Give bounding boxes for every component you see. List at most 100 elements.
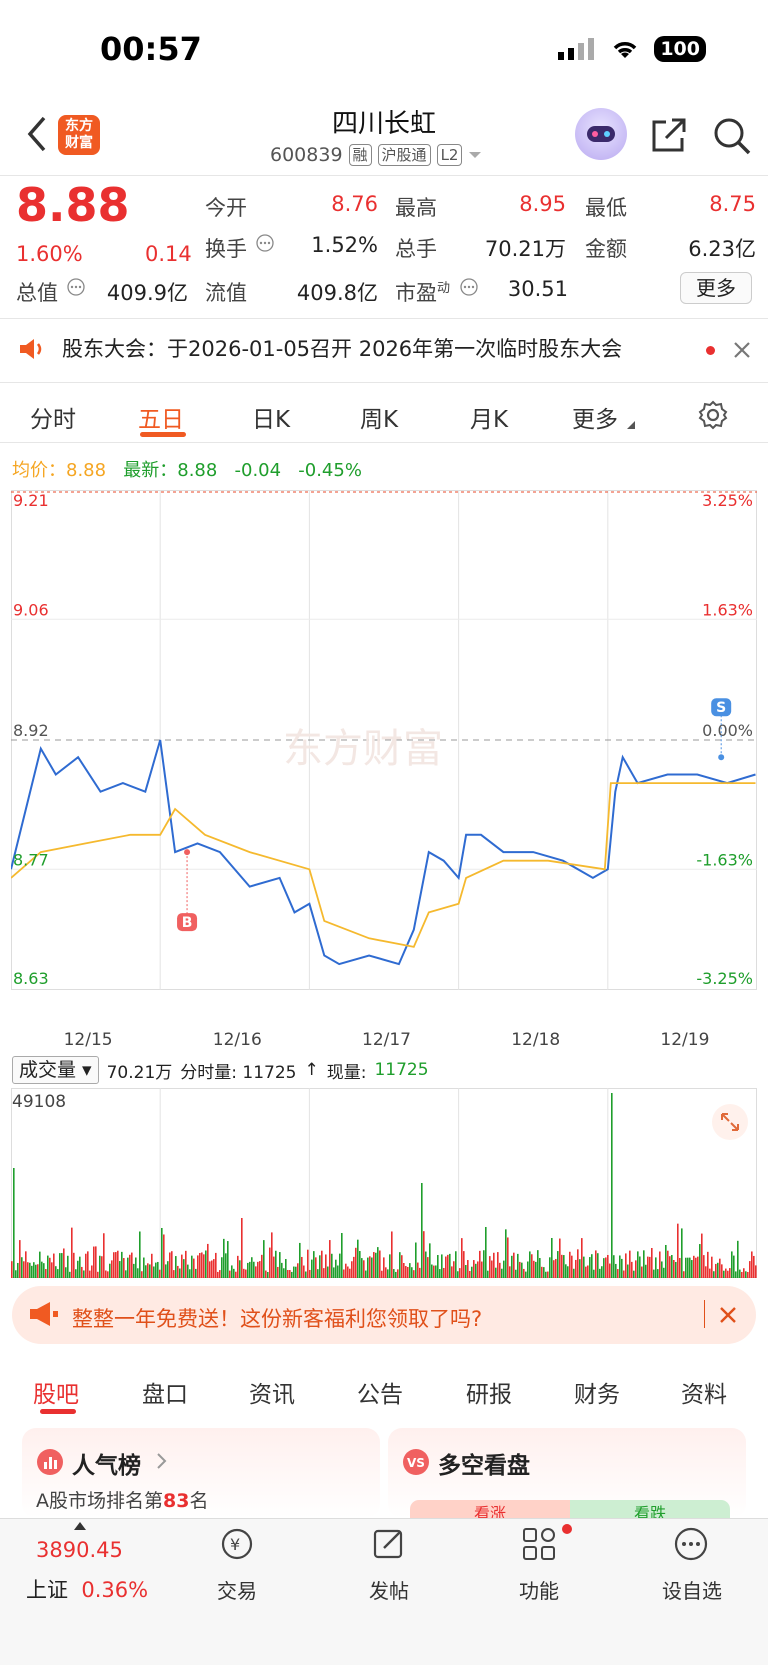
volume-bar: [495, 1267, 497, 1278]
volume-bar: [85, 1253, 87, 1278]
assistant-avatar[interactable]: [575, 108, 627, 160]
notice-text[interactable]: 股东大会：于2026-01-05召开 2026年第一次临时股东大会: [62, 333, 622, 363]
tab-five-day[interactable]: 五日: [138, 400, 184, 434]
bear-button[interactable]: 看跌: [570, 1500, 730, 1523]
volume-bar: [581, 1238, 583, 1278]
close-banner-icon[interactable]: [718, 1305, 738, 1325]
tab-research[interactable]: 研报: [466, 1375, 512, 1409]
volume-bar: [65, 1267, 67, 1278]
signal-icon: [558, 38, 595, 60]
share-icon[interactable]: [650, 116, 688, 154]
tab-news[interactable]: 资讯: [249, 1375, 295, 1409]
avg-price-line: [11, 782, 756, 948]
stock-code-row[interactable]: 600839 融 沪股通 L2: [270, 144, 482, 166]
volume-bar: [455, 1251, 457, 1278]
tab-weekly-k[interactable]: 周K: [360, 400, 398, 434]
volume-bar: [623, 1270, 625, 1278]
five-day-price-chart[interactable]: 东方 财富 9.21 3.25% 9.06 1.63% 8.92 0.00% 8.77 -1.…: [11, 490, 757, 1028]
tag-level2: L2: [436, 144, 463, 166]
promo-text[interactable]: 整整一年免费送！这份新客福利您领取了吗?: [72, 1303, 482, 1333]
tab-more[interactable]: 更多: [572, 400, 618, 434]
volume-bar: [319, 1255, 321, 1278]
volume-bar: [195, 1268, 197, 1278]
volume-bar: [739, 1269, 741, 1278]
volume-bar: [335, 1259, 337, 1278]
volume-bar: [725, 1268, 727, 1278]
nav-add-watchlist[interactable]: 设自选: [652, 1575, 732, 1604]
volume-bar: [445, 1256, 447, 1278]
features-badge-dot: [562, 1524, 572, 1534]
close-icon[interactable]: [733, 341, 751, 359]
volume-bar: [177, 1265, 179, 1278]
nav-post[interactable]: 发帖: [357, 1575, 421, 1604]
volume-bar: [625, 1253, 627, 1278]
volume-bar: [69, 1271, 71, 1278]
volume-bar: [501, 1268, 503, 1278]
info-icon[interactable]: [460, 278, 478, 296]
tab-profile[interactable]: 资料: [681, 1375, 727, 1409]
volume-bar: [89, 1270, 91, 1278]
tab-monthly-k[interactable]: 月K: [470, 400, 508, 434]
nav-features[interactable]: 功能: [507, 1575, 571, 1604]
volume-bar: [385, 1267, 387, 1278]
volume-bar: [733, 1255, 735, 1278]
search-icon[interactable]: [712, 116, 752, 156]
volume-bar: [77, 1260, 79, 1278]
volume-bar: [479, 1250, 481, 1278]
more-quote-button[interactable]: 更多: [680, 272, 752, 304]
volume-bar: [407, 1266, 409, 1278]
info-icon[interactable]: [256, 234, 274, 252]
volume-bar: [191, 1255, 193, 1278]
nav-trade[interactable]: 交易: [205, 1575, 269, 1604]
volume-bar: [207, 1243, 209, 1278]
index-info[interactable]: 上证 0.36%: [26, 1574, 148, 1604]
volume-total: 70.21万: [106, 1062, 173, 1083]
volume-bar: [41, 1261, 43, 1278]
volume-bar: [267, 1271, 269, 1278]
bull-button[interactable]: 看涨: [410, 1500, 570, 1523]
index-value[interactable]: 3890.45: [36, 1538, 123, 1562]
change-percent: 1.60%: [16, 242, 83, 266]
volume-bar: [303, 1265, 305, 1278]
tab-daily-k[interactable]: 日K: [252, 400, 290, 434]
chevron-right-icon: [157, 1453, 167, 1469]
volume-bar: [727, 1270, 729, 1278]
tab-forum[interactable]: 股吧: [33, 1375, 79, 1409]
volume-bar: [329, 1240, 331, 1278]
volume-bar: [561, 1254, 563, 1278]
volume-bar: [615, 1263, 617, 1278]
volume-bar: [433, 1265, 435, 1278]
tab-orderbook[interactable]: 盘口: [142, 1375, 188, 1409]
volume-bar: [685, 1257, 687, 1278]
volume-bar: [349, 1268, 351, 1278]
tab-intraday[interactable]: 分时: [30, 400, 76, 434]
price-line: [11, 739, 756, 966]
volume-bar: [575, 1259, 577, 1278]
volume-bar: [27, 1262, 29, 1278]
volume-bar: [473, 1260, 475, 1278]
volume-bar: [313, 1251, 315, 1278]
volume-bar: [485, 1226, 487, 1278]
info-icon[interactable]: [67, 278, 85, 296]
expand-button[interactable]: [712, 1104, 748, 1140]
volume-bar: [271, 1232, 273, 1278]
volume-bar: [315, 1257, 317, 1278]
trade-marker-dot: [718, 754, 725, 761]
volume-bar: [611, 1093, 613, 1278]
volume-bar: [515, 1269, 517, 1278]
versus-icon: VS: [403, 1449, 429, 1475]
volume-bar: [741, 1271, 743, 1278]
volume-bar: [605, 1257, 607, 1278]
volume-bar: [289, 1270, 291, 1278]
tab-finance[interactable]: 财务: [574, 1375, 620, 1409]
volume-bar: [25, 1251, 27, 1278]
tab-announcements[interactable]: 公告: [357, 1375, 403, 1409]
volume-bar: [631, 1261, 633, 1278]
volume-bar: [597, 1253, 599, 1278]
volume-bar: [513, 1252, 515, 1278]
volume-indicator-select[interactable]: 成交量 ▾: [12, 1056, 99, 1084]
volume-bar: [107, 1271, 109, 1278]
volume-bar: [251, 1257, 253, 1278]
settings-gear-icon[interactable]: [698, 400, 728, 430]
volume-bar: [221, 1257, 223, 1278]
